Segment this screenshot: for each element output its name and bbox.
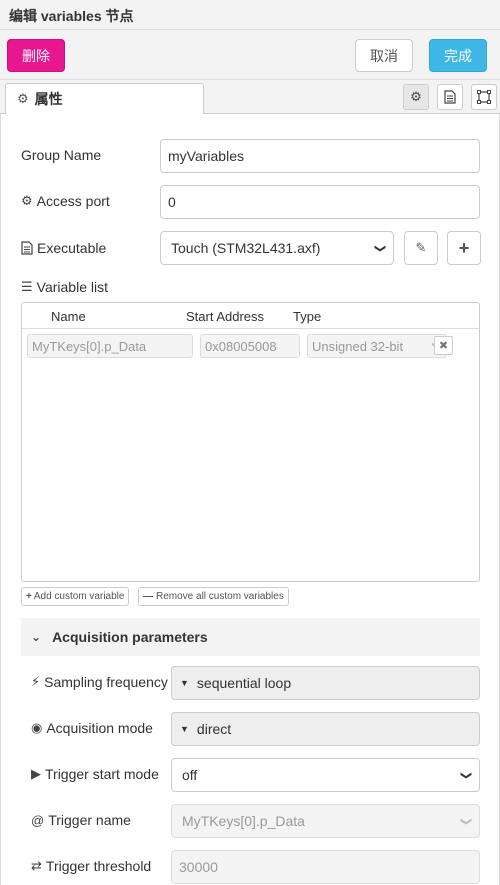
file-icon bbox=[444, 90, 456, 104]
executable-label-text: Executable bbox=[37, 240, 107, 256]
trigger-name-label-text: Trigger name bbox=[48, 812, 131, 828]
variable-list-label: ☰ Variable list bbox=[21, 279, 108, 295]
remove-all-variables-button[interactable]: — Remove all custom variables bbox=[138, 587, 289, 606]
group-name-input[interactable]: myVariables bbox=[160, 139, 480, 173]
variable-address-field: 0x08005008 bbox=[200, 334, 300, 358]
trigger-threshold-label: ⇄ Trigger threshold bbox=[31, 858, 151, 874]
executable-select-value: Touch (STM32L431.axf) bbox=[171, 240, 321, 256]
tab-properties-label: 属性 bbox=[34, 91, 63, 107]
file-icon bbox=[21, 241, 33, 255]
plus-icon: + bbox=[458, 237, 470, 258]
settings-tab-button[interactable]: ⚙ bbox=[403, 84, 429, 110]
sampling-frequency-label: ⚡︎ Sampling frequency bbox=[31, 674, 168, 690]
appearance-tab-button[interactable] bbox=[471, 84, 497, 110]
column-name: Name bbox=[51, 309, 86, 324]
trigger-start-mode-label-text: Trigger start mode bbox=[45, 766, 159, 782]
play-circle-icon: ▶︎ bbox=[31, 766, 41, 781]
trigger-threshold-input: 30000 bbox=[171, 850, 480, 884]
at-icon: @ bbox=[31, 812, 45, 828]
acquisition-mode-label-text: Acquisition mode bbox=[46, 720, 153, 736]
group-name-label: Group Name bbox=[21, 147, 101, 163]
add-executable-button[interactable]: + bbox=[447, 231, 481, 265]
gear-icon: ⚙ bbox=[17, 91, 29, 106]
chevron-down-icon: ❯ bbox=[373, 243, 386, 254]
pencil-icon: ✎ bbox=[415, 240, 427, 255]
acquisition-mode-dropdown[interactable]: ▼ direct bbox=[171, 712, 480, 746]
frame-icon bbox=[477, 90, 491, 104]
remove-all-variables-label: Remove all custom variables bbox=[156, 591, 284, 602]
acquisition-mode-value: direct bbox=[196, 721, 232, 737]
variable-type-select: Unsigned 32-bit ❯ bbox=[307, 334, 447, 358]
tab-bar: ⚙ 属性 ⚙ bbox=[0, 80, 500, 115]
title-bar: 编辑 variables 节点 bbox=[0, 0, 500, 30]
edit-executable-button[interactable]: ✎ bbox=[404, 231, 438, 265]
executable-label: Executable bbox=[21, 240, 106, 256]
trigger-start-mode-value: off bbox=[182, 767, 198, 783]
column-start-address: Start Address bbox=[186, 309, 265, 324]
chevron-down-icon: ⌄ bbox=[31, 630, 42, 644]
acquisition-parameters-title: Acquisition parameters bbox=[52, 629, 208, 645]
minus-icon: — bbox=[143, 591, 153, 602]
bolt-icon: ⚡︎ bbox=[31, 674, 41, 689]
variable-type-value: Unsigned 32-bit bbox=[312, 338, 404, 354]
shuffle-icon: ⇄ bbox=[31, 858, 42, 873]
sampling-frequency-label-text: Sampling frequency bbox=[44, 674, 168, 690]
radio-dot-icon: ◉ bbox=[31, 720, 43, 735]
close-icon: ✖ bbox=[438, 340, 449, 352]
variable-list-header: Name Start Address Type bbox=[22, 303, 479, 329]
trigger-start-mode-select[interactable]: off ❯ bbox=[171, 758, 480, 792]
sampling-frequency-value: sequential loop bbox=[196, 675, 292, 691]
column-type: Type bbox=[293, 309, 322, 324]
caret-down-icon: ▼ bbox=[180, 724, 189, 734]
acquisition-parameters-header[interactable]: ⌄ Acquisition parameters bbox=[21, 618, 480, 656]
acquisition-mode-label: ◉ Acquisition mode bbox=[31, 720, 153, 736]
access-port-label: ⚙ Access port bbox=[21, 193, 110, 209]
dialog-title: 编辑 variables 节点 bbox=[9, 8, 134, 24]
variable-list-label-text: Variable list bbox=[36, 279, 108, 295]
list-icon: ☰ bbox=[21, 279, 33, 294]
description-tab-button[interactable] bbox=[437, 84, 463, 110]
tab-properties[interactable]: ⚙ 属性 bbox=[5, 83, 204, 115]
access-port-label-text: Access port bbox=[36, 193, 110, 209]
cancel-button[interactable]: 取消 bbox=[355, 39, 413, 72]
executable-select[interactable]: Touch (STM32L431.axf) ❯ bbox=[160, 231, 394, 265]
trigger-name-label: @ Trigger name bbox=[31, 812, 131, 828]
add-custom-variable-label: Add custom variable bbox=[33, 591, 125, 602]
chevron-down-icon: ❯ bbox=[459, 770, 472, 781]
delete-button[interactable]: 删除 bbox=[7, 39, 65, 72]
trigger-name-value: MyTKeys[0].p_Data bbox=[182, 813, 305, 829]
gear-icon: ⚙ bbox=[410, 89, 422, 104]
trigger-start-mode-label: ▶︎ Trigger start mode bbox=[31, 766, 159, 782]
add-custom-variable-button[interactable]: + Add custom variable bbox=[21, 587, 130, 606]
gear-icon: ⚙ bbox=[21, 193, 33, 208]
group-name-label-text: Group Name bbox=[21, 147, 102, 163]
trigger-threshold-label-text: Trigger threshold bbox=[45, 858, 152, 874]
chevron-down-icon: ❯ bbox=[459, 816, 472, 827]
remove-variable-button[interactable]: ✖ bbox=[434, 336, 453, 355]
variable-name-field: MyTKeys[0].p_Data bbox=[27, 334, 193, 358]
access-port-input[interactable]: 0 bbox=[160, 185, 480, 219]
caret-down-icon: ▼ bbox=[180, 678, 189, 688]
toolbar: 删除 取消 完成 bbox=[0, 30, 500, 80]
trigger-name-select: MyTKeys[0].p_Data ❯ bbox=[171, 804, 480, 838]
done-button[interactable]: 完成 bbox=[429, 39, 487, 72]
plus-icon: + bbox=[26, 591, 32, 602]
sampling-frequency-dropdown[interactable]: ▼ sequential loop bbox=[171, 666, 480, 700]
